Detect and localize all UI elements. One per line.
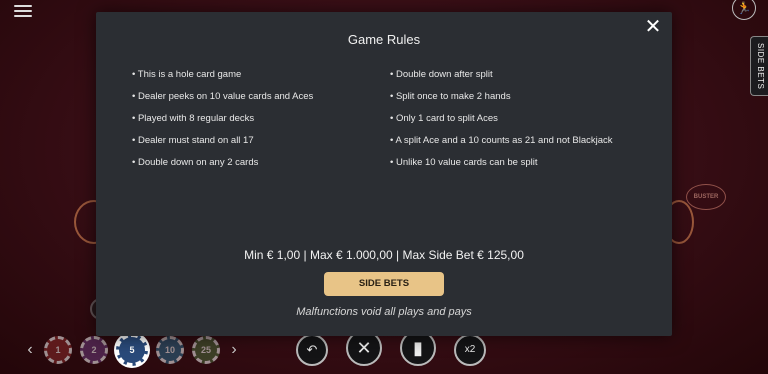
rule-item: Split once to make 2 hands <box>390 90 613 112</box>
chevron-right-icon[interactable]: › <box>228 341 240 359</box>
game-controls: ↶ ✕ ▮ x2 <box>296 330 486 366</box>
side-bets-button[interactable]: SIDE BETS <box>324 272 444 296</box>
chip[interactable]: 2 <box>80 336 108 364</box>
chip[interactable]: 1 <box>44 336 72 364</box>
undo-button[interactable]: ↶ <box>296 334 328 366</box>
rule-item: Unlike 10 value cards can be split <box>390 156 613 178</box>
rule-item: Dealer must stand on all 17 <box>132 134 313 156</box>
rule-item: A split Ace and a 10 counts as 21 and no… <box>390 134 612 156</box>
malfunction-notice: Malfunctions void all plays and pays <box>296 306 472 318</box>
side-bets-tab[interactable]: SIDE BETS <box>750 36 768 96</box>
runner-icon[interactable]: 🏃 <box>732 0 756 20</box>
chip[interactable]: 10 <box>156 336 184 364</box>
menu-icon[interactable] <box>14 2 32 17</box>
rule-item: Only 1 card to split Aces <box>390 112 613 134</box>
rules-list-right: Double down after split Split once to ma… <box>390 68 613 178</box>
rule-item: Double down on any 2 cards <box>132 156 313 178</box>
rule-item: Dealer peeks on 10 value cards and Aces <box>132 90 313 112</box>
chip-selected[interactable]: 5 <box>116 334 148 366</box>
rules-list-left: This is a hole card game Dealer peeks on… <box>132 68 314 178</box>
close-icon[interactable]: ✕ <box>644 17 662 37</box>
rule-item: This is a hole card game <box>132 68 313 90</box>
chip-selector: ‹ 1 2 5 10 25 › <box>24 334 240 366</box>
rule-item: Played with 8 regular decks <box>132 112 313 134</box>
rule-item: Double down after split <box>390 68 613 90</box>
double-bet-button[interactable]: x2 <box>454 334 486 366</box>
game-rules-modal: Game Rules ✕ This is a hole card game De… <box>96 12 672 336</box>
chevron-left-icon[interactable]: ‹ <box>24 341 36 359</box>
chip[interactable]: 25 <box>192 336 220 364</box>
modal-title: Game Rules <box>347 32 421 47</box>
buster-bet-spot[interactable]: BUSTER <box>686 184 726 210</box>
bet-limits: Min € 1,00 | Max € 1.000,00 | Max Side B… <box>244 248 524 262</box>
